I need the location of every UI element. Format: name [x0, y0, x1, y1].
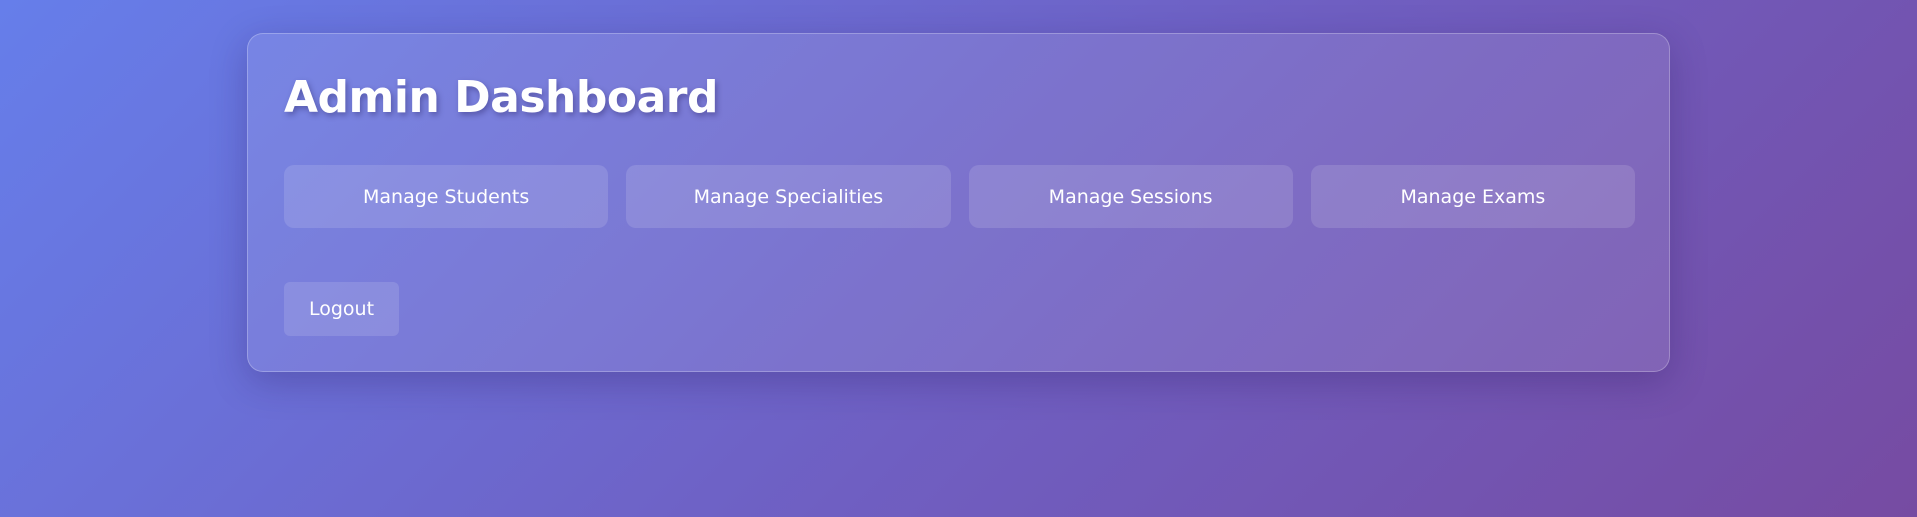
logout-button[interactable]: Logout	[284, 282, 399, 336]
manage-students-button[interactable]: Manage Students	[284, 165, 609, 228]
management-nav: Manage Students Manage Specialities Mana…	[284, 165, 1635, 228]
page-title: Admin Dashboard	[284, 72, 718, 123]
manage-sessions-button[interactable]: Manage Sessions	[968, 165, 1293, 228]
manage-specialities-button[interactable]: Manage Specialities	[626, 165, 951, 228]
dashboard-card: Admin Dashboard Manage Students Manage S…	[247, 33, 1670, 372]
manage-exams-button[interactable]: Manage Exams	[1310, 165, 1635, 228]
page-background: { "dashboard": { "title": "Admin Dashboa…	[0, 0, 1917, 517]
